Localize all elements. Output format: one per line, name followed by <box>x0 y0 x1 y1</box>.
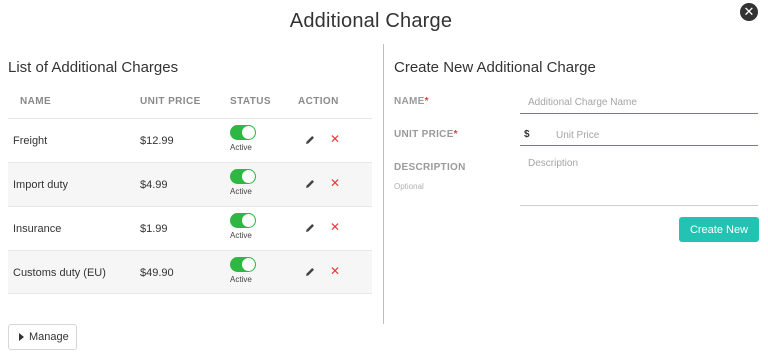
column-header-name: NAME <box>20 96 52 107</box>
table-row: Customs duty (EU) $49.90 Active ✕ <box>8 250 372 294</box>
status-text: Active <box>230 187 252 196</box>
modal-title: Additional Charge <box>289 10 453 32</box>
status-toggle[interactable] <box>230 213 256 228</box>
left-panel-title: List of Additional Charges <box>8 59 179 76</box>
unit-price-underline <box>520 145 758 146</box>
column-header-unit-price: UNIT PRICE <box>140 96 201 107</box>
charge-price: $49.90 <box>140 267 174 279</box>
required-mark: * <box>453 129 458 140</box>
right-panel-title: Create New Additional Charge <box>394 59 596 76</box>
unit-price-input[interactable] <box>548 125 758 146</box>
delete-icon[interactable]: ✕ <box>330 265 340 277</box>
optional-hint: Optional <box>394 182 424 191</box>
column-header-action: ACTION <box>298 96 339 107</box>
charges-table: NAME UNIT PRICE STATUS ACTION Freight $1… <box>8 88 372 294</box>
status-toggle[interactable] <box>230 169 256 184</box>
caret-right-icon <box>19 333 24 341</box>
charge-price: $12.99 <box>140 135 174 147</box>
toggle-knob <box>242 126 255 139</box>
edit-pencil-icon[interactable] <box>304 134 316 146</box>
name-label-text: NAME <box>394 96 425 107</box>
edit-pencil-icon[interactable] <box>304 266 316 278</box>
status-text: Active <box>230 143 252 152</box>
delete-icon[interactable]: ✕ <box>330 221 340 233</box>
edit-pencil-icon[interactable] <box>304 178 316 190</box>
toggle-knob <box>242 170 255 183</box>
table-row: Freight $12.99 Active ✕ <box>8 118 372 162</box>
required-mark: * <box>424 96 429 107</box>
currency-symbol: $ <box>524 129 530 140</box>
toggle-knob <box>242 214 255 227</box>
manage-button[interactable]: Manage <box>8 324 77 350</box>
table-row: Import duty $4.99 Active ✕ <box>8 162 372 206</box>
edit-pencil-icon[interactable] <box>304 222 316 234</box>
create-new-button[interactable]: Create New <box>679 217 759 242</box>
delete-icon[interactable]: ✕ <box>330 177 340 189</box>
unit-price-label-text: UNIT PRICE <box>394 129 454 140</box>
column-header-status: STATUS <box>230 96 271 107</box>
status-text: Active <box>230 231 252 240</box>
status-text: Active <box>230 275 252 284</box>
table-header: NAME UNIT PRICE STATUS ACTION <box>8 88 372 118</box>
charge-name: Freight <box>13 135 48 147</box>
panel-divider <box>383 44 384 324</box>
manage-button-label: Manage <box>29 331 69 343</box>
description-textarea[interactable] <box>520 156 758 206</box>
description-label: DESCRIPTION <box>394 162 466 173</box>
charge-name-input[interactable] <box>520 92 758 114</box>
charge-name: Import duty <box>13 179 69 191</box>
charge-name: Insurance <box>13 223 62 235</box>
charge-price: $1.99 <box>140 223 168 235</box>
toggle-knob <box>242 258 255 271</box>
status-toggle[interactable] <box>230 125 256 140</box>
unit-price-label: UNIT PRICE* <box>394 129 458 140</box>
charge-name: Customs duty (EU) <box>13 267 106 279</box>
status-toggle[interactable] <box>230 257 256 272</box>
table-row: Insurance $1.99 Active ✕ <box>8 206 372 250</box>
name-label: NAME* <box>394 96 429 107</box>
charge-price: $4.99 <box>140 179 168 191</box>
close-icon[interactable]: ✕ <box>740 3 758 21</box>
delete-icon[interactable]: ✕ <box>330 133 340 145</box>
